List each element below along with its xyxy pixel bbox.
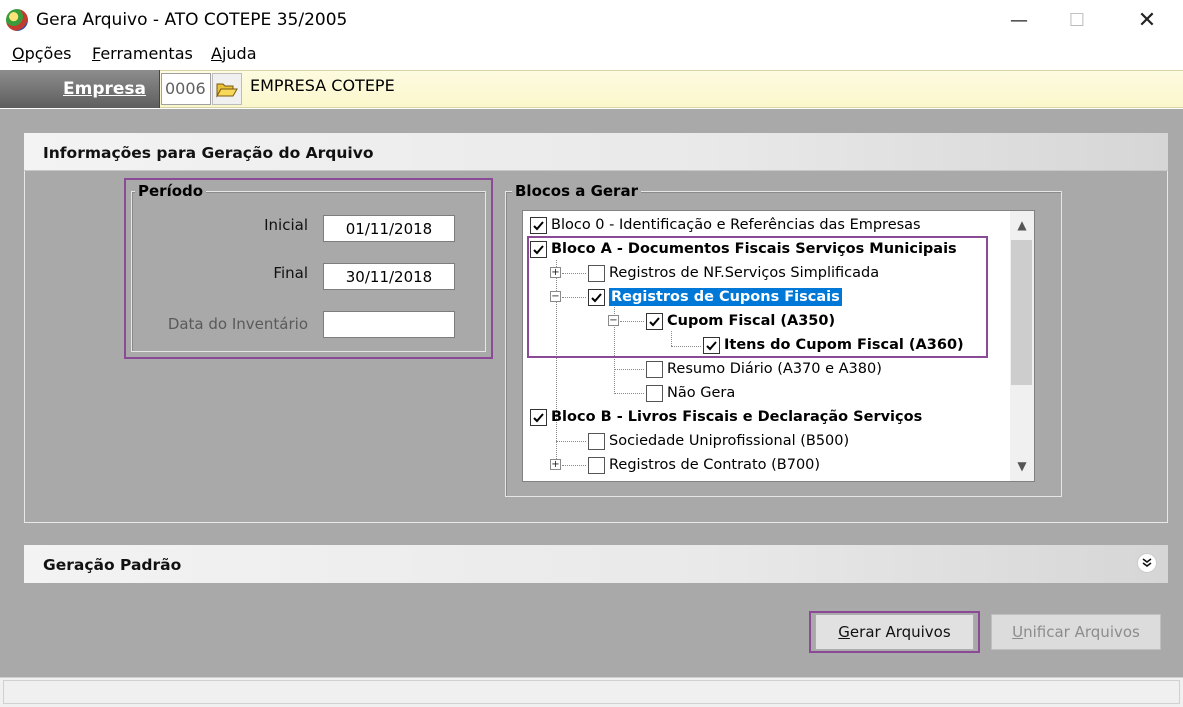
empresa-code-input[interactable]: 0006 (161, 73, 211, 105)
gerar-label: erar Arquivos (849, 623, 951, 641)
checkmark-icon (533, 412, 544, 422)
final-date-input[interactable]: 30/11/2018 (323, 263, 455, 290)
tree-connector (614, 393, 644, 394)
inventario-date-input[interactable] (323, 311, 455, 338)
unificar-arquivos-button[interactable]: Unificar Arquivos (991, 614, 1161, 650)
minimize-button[interactable]: — (996, 0, 1042, 40)
geracao-padrao-bar[interactable] (24, 545, 1168, 583)
tree-node-label: Não Gera (667, 385, 736, 401)
open-folder-icon[interactable] (212, 73, 242, 105)
scroll-up-icon[interactable]: ▲ (1010, 212, 1034, 238)
checkbox-checked[interactable] (530, 216, 547, 234)
empresa-label: Empresa (63, 79, 146, 99)
final-label: Final (273, 264, 308, 282)
status-panel (3, 680, 1180, 704)
inventario-label: Data do Inventário (167, 315, 308, 333)
checkbox-unchecked[interactable] (588, 432, 605, 450)
tree-node-bloco-b[interactable]: Bloco B - Livros Fiscais e Declaração Se… (530, 405, 922, 429)
tree-node-label: Bloco B - Livros Fiscais e Declaração Se… (551, 409, 923, 425)
close-button[interactable]: ✕ (1124, 0, 1170, 40)
checkbox-unchecked[interactable] (646, 360, 663, 378)
gerar-mnemonic: G (838, 623, 850, 641)
info-panel-title: Informações para Geração do Arquivo (43, 144, 374, 162)
window-title: Gera Arquivo - ATO COTEPE 35/2005 (36, 10, 348, 30)
menu-opcoes-mnemonic: O (12, 44, 25, 63)
maximize-button[interactable]: ☐ (1054, 0, 1100, 40)
menu-opcoes-label: pções (24, 44, 72, 63)
tree-node-label: Resumo Diário (A370 e A380) (667, 361, 882, 377)
inicial-label: Inicial (264, 216, 308, 234)
tree-node-label: Registros de Contrato (B700) (609, 457, 821, 473)
tree-node-label: Bloco 0 - Identificação e Referências da… (551, 217, 921, 233)
menu-ajuda[interactable]: Ajuda (211, 44, 257, 63)
inicial-date-input[interactable]: 01/11/2018 (323, 215, 455, 242)
scroll-down-icon[interactable]: ▼ (1010, 453, 1034, 479)
menu-ferramentas[interactable]: Ferramentas (92, 44, 193, 63)
menu-ajuda-label: juda (221, 44, 257, 63)
tree-node-registros-contrato[interactable]: Registros de Contrato (B700) (588, 453, 820, 477)
empresa-name: EMPRESA COTEPE (250, 76, 395, 95)
checkmark-icon (533, 220, 544, 230)
checkbox-unchecked[interactable] (646, 384, 663, 402)
menu-ajuda-mnemonic: A (211, 44, 222, 63)
tree-connector (614, 369, 644, 370)
tree-node-nao-gera[interactable]: Não Gera (646, 381, 735, 405)
tree-connector (562, 465, 586, 466)
tree-node-sociedade-uniprofissional[interactable]: Sociedade Uniprofissional (B500) (588, 429, 849, 453)
geracao-padrao-title: Geração Padrão (43, 556, 182, 574)
app-globe-icon (6, 9, 28, 31)
expand-registros-contrato[interactable]: + (550, 459, 561, 470)
double-chevron-down-icon[interactable] (1137, 553, 1157, 573)
tree-node-resumo-diario[interactable]: Resumo Diário (A370 e A380) (646, 357, 882, 381)
blocos-legend: Blocos a Gerar (512, 182, 641, 200)
unificar-mnemonic: U (1012, 623, 1024, 641)
bloco-a-highlight-frame (527, 236, 988, 358)
menu-ferramentas-label: erramentas (100, 44, 193, 63)
checkbox-unchecked[interactable] (588, 456, 605, 474)
tree-node-bloco-0[interactable]: Bloco 0 - Identificação e Referências da… (530, 213, 921, 237)
checkbox-checked[interactable] (530, 408, 547, 426)
gerar-arquivos-button[interactable]: Gerar Arquivos (815, 614, 974, 650)
unificar-label: nificar Arquivos (1023, 623, 1140, 641)
tree-node-label: Sociedade Uniprofissional (B500) (609, 433, 850, 449)
menu-opcoes[interactable]: Opções (12, 44, 72, 63)
tree-scroll-thumb[interactable] (1011, 240, 1032, 385)
tree-connector (556, 441, 586, 442)
